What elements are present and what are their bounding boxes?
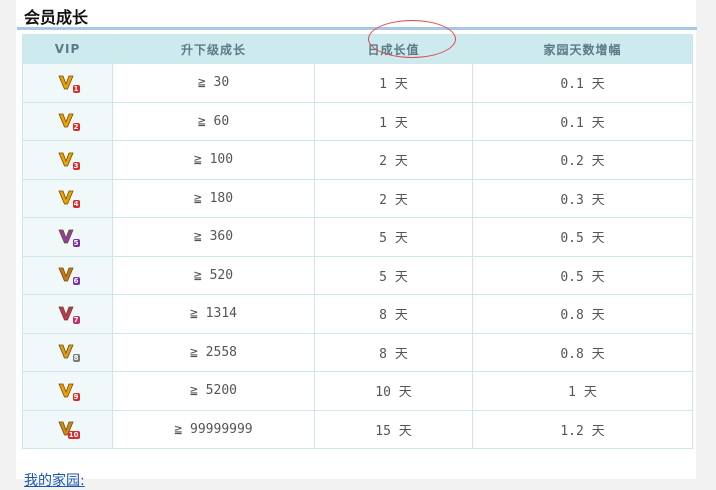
table-row: 4 ≧ 180 2 天 0.3 天	[22, 178, 693, 218]
daily-growth-cell: 15 天	[314, 409, 473, 449]
header-vip: VIP	[22, 34, 113, 64]
home-days-boost-cell: 1 天	[472, 371, 693, 411]
table-row: 7 ≧ 1314 8 天 0.8 天	[22, 294, 693, 334]
daily-growth-cell: 5 天	[314, 255, 473, 295]
vip-level-cell: 5	[22, 217, 113, 257]
vip-level-number: 4	[72, 200, 80, 209]
vip-level-number: 6	[72, 277, 80, 286]
table-row: 6 ≧ 520 5 天 0.5 天	[22, 255, 693, 295]
vip-badge-icon: 8	[57, 343, 80, 363]
vip-level-cell: 9	[22, 371, 113, 411]
vip-badge-icon: 7	[57, 305, 80, 324]
daily-growth-cell: 2 天	[314, 178, 473, 218]
home-days-boost-cell: 0.3 天	[472, 178, 693, 218]
header-threshold: 升下级成长	[112, 34, 315, 64]
header-home-days-boost: 家园天数增幅	[472, 34, 693, 64]
home-days-boost-cell: 0.8 天	[472, 294, 693, 334]
vip-level-cell: 4	[22, 178, 113, 218]
threshold-cell: ≧ 5200	[112, 371, 315, 411]
home-days-boost-cell: 1.2 天	[472, 409, 693, 449]
vip-level-cell: 1	[22, 63, 113, 103]
home-days-boost-cell: 0.5 天	[472, 255, 693, 295]
threshold-cell: ≧ 2558	[112, 332, 315, 372]
vip-badge-icon: 9	[57, 382, 80, 401]
daily-growth-cell: 2 天	[314, 140, 473, 180]
home-days-boost-cell: 0.1 天	[472, 101, 693, 141]
home-days-boost-cell: 0.8 天	[472, 332, 693, 372]
vip-badge-icon: 5	[57, 228, 80, 247]
vip-badge-icon: 1	[57, 74, 80, 93]
vip-level-cell: 8	[22, 332, 113, 372]
vip-level-number: 7	[72, 315, 80, 324]
vip-level-cell: 3	[22, 140, 113, 180]
daily-growth-cell: 8 天	[314, 294, 473, 334]
vip-level-cell: 7	[22, 294, 113, 334]
threshold-cell: ≧ 1314	[112, 294, 315, 334]
vip-level-cell: 2	[22, 101, 113, 141]
table-row: 9 ≧ 5200 10 天1 天	[22, 371, 693, 411]
vip-growth-table: VIP 升下级成长 日成长值 家园天数增幅 1 ≧ 30 1 天 0.1 天 2 ≧ 60…	[22, 34, 693, 449]
home-days-boost-cell: 0.5 天	[472, 217, 693, 257]
vip-badge-icon: 2	[57, 112, 80, 132]
threshold-cell: ≧ 99999999	[112, 409, 315, 449]
section-title: 会员成长	[24, 8, 89, 27]
daily-growth-cell: 8 天	[314, 332, 473, 372]
vip-level-number: 2	[72, 123, 80, 132]
title-divider	[17, 27, 697, 30]
vip-badge-icon: 4	[57, 189, 80, 209]
vip-badge-icon: 3	[57, 151, 80, 170]
vip-badge-icon: 10	[57, 420, 80, 440]
vip-level-number: 9	[72, 392, 80, 401]
threshold-cell: ≧ 360	[112, 217, 315, 257]
threshold-cell: ≧ 100	[112, 140, 315, 180]
table-row: 8 ≧ 2558 8 天 0.8 天	[22, 332, 693, 372]
threshold-cell: ≧ 60	[112, 101, 315, 141]
vip-level-number: 3	[72, 161, 80, 170]
vip-badge-icon: 6	[57, 266, 80, 286]
table-header-row: VIP 升下级成长 日成长值 家园天数增幅	[22, 34, 693, 64]
vip-level-number: 8	[72, 354, 80, 363]
vip-level-number: 1	[72, 84, 80, 93]
threshold-cell: ≧ 30	[112, 63, 315, 103]
home-days-boost-cell: 0.2 天	[472, 140, 693, 180]
table-row: 1 ≧ 30 1 天 0.1 天	[22, 63, 693, 103]
content-panel: 会员成长 VIP 升下级成长 日成长值 家园天数增幅 1 ≧ 30 1 天 0.1 天…	[16, 0, 697, 489]
vip-level-cell: 10	[22, 409, 113, 449]
my-home-link[interactable]: 我的家园:	[24, 470, 85, 490]
vip-level-number: 10	[67, 431, 80, 440]
daily-growth-cell: 1 天	[314, 101, 473, 141]
daily-growth-cell: 5 天	[314, 217, 473, 257]
threshold-cell: ≧ 180	[112, 178, 315, 218]
table-row: 5 ≧ 360 5 天 0.5 天	[22, 217, 693, 257]
daily-growth-cell: 1 天	[314, 63, 473, 103]
table-row: 10 ≧ 99999999 15 天 1.2 天	[22, 409, 693, 449]
table-row: 2 ≧ 60 1 天 0.1 天	[22, 101, 693, 141]
header-daily-growth: 日成长值	[314, 34, 473, 64]
vip-level-cell: 6	[22, 255, 113, 295]
table-row: 3 ≧ 100 2 天 0.2 天	[22, 140, 693, 180]
threshold-cell: ≧ 520	[112, 255, 315, 295]
vip-level-number: 5	[72, 238, 80, 247]
home-days-boost-cell: 0.1 天	[472, 63, 693, 103]
daily-growth-cell: 10 天	[314, 371, 473, 411]
